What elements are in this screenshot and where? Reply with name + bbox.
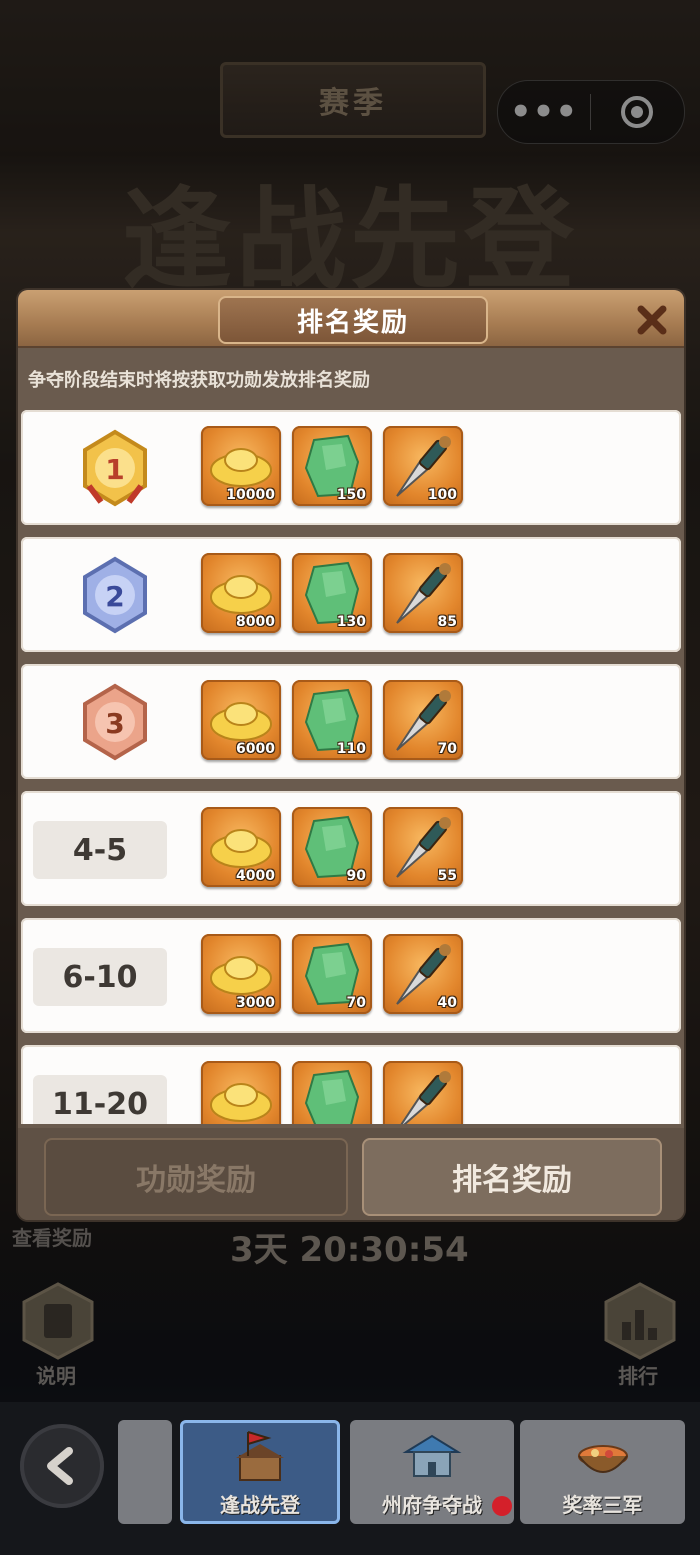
reward-item[interactable] (201, 1061, 281, 1124)
nav-item-reward-army[interactable]: 奖率三军 (520, 1420, 685, 1524)
nav-label: 州府争夺战 (382, 1493, 482, 1517)
item-quantity: 40 (437, 995, 457, 1011)
gold-medal-icon: 1 (83, 429, 147, 507)
reward-list[interactable]: 1 10000 150 100 2 8000 130 85 3 6000 110… (21, 410, 681, 1124)
item-quantity: 90 (346, 868, 366, 884)
reward-row: 4-5 4000 90 55 (21, 791, 681, 906)
war-camp-icon (236, 1431, 284, 1481)
nav-label: 奖率三军 (562, 1493, 643, 1517)
item-quantity: 6000 (236, 741, 275, 757)
item-quantity: 55 (437, 868, 457, 884)
item-quantity: 4000 (236, 868, 275, 884)
close-icon (637, 305, 667, 335)
reward-item[interactable]: 70 (383, 680, 463, 760)
back-button[interactable] (20, 1424, 104, 1508)
hotpot-icon (577, 1445, 628, 1473)
tab-ranking-rewards[interactable]: 排名奖励 (362, 1138, 662, 1216)
reward-item[interactable]: 55 (383, 807, 463, 887)
item-quantity: 8000 (236, 614, 275, 630)
dagger-icon (400, 1071, 451, 1124)
bronze-medal-icon: 3 (83, 683, 147, 761)
reward-row: 3 6000 110 70 (21, 664, 681, 779)
nav-label: 逢战先登 (220, 1493, 300, 1517)
reward-item[interactable]: 130 (292, 553, 372, 633)
reward-item[interactable]: 150 (292, 426, 372, 506)
rank-label: 排行 (618, 1364, 658, 1388)
countdown-timer: 3天 20:30:54 (230, 1230, 469, 1270)
dialog-title: 排名奖励 (296, 307, 409, 338)
item-quantity: 150 (336, 487, 366, 503)
rank-number: 3 (105, 707, 124, 740)
rank-number: 2 (105, 580, 124, 613)
reward-item[interactable] (383, 1061, 463, 1124)
reward-item[interactable]: 8000 (201, 553, 281, 633)
reward-item[interactable]: 85 (383, 553, 463, 633)
help-label: 说明 (36, 1364, 76, 1388)
reward-item[interactable]: 10000 (201, 426, 281, 506)
silver-medal-icon: 2 (83, 556, 147, 634)
item-quantity: 10000 (226, 487, 275, 503)
nav-card-partial[interactable] (118, 1420, 172, 1524)
dialog-title-plate: 排名奖励 (218, 296, 488, 344)
dialog-header: 排名奖励 (18, 290, 684, 348)
reward-row: 11-20 (21, 1045, 681, 1124)
ranking-reward-dialog: 排名奖励 争夺阶段结束时将按获取功勋发放排名奖励 1 10000 150 100… (18, 290, 684, 1220)
reward-item[interactable]: 110 (292, 680, 372, 760)
rank-range: 4-5 (33, 821, 167, 879)
nav-item-event[interactable]: 逢战先登 (180, 1420, 340, 1524)
help-scroll-icon[interactable] (20, 1282, 96, 1360)
back-arrow-icon (47, 1447, 73, 1485)
item-quantity: 130 (336, 614, 366, 630)
reward-item[interactable]: 100 (383, 426, 463, 506)
close-button[interactable] (634, 302, 670, 338)
item-quantity: 100 (427, 487, 457, 503)
gold-ingot-icon (210, 1083, 272, 1122)
reward-item[interactable]: 90 (292, 807, 372, 887)
reward-row: 1 10000 150 100 (21, 410, 681, 525)
reward-item[interactable] (292, 1061, 372, 1124)
reward-item[interactable]: 70 (292, 934, 372, 1014)
leaderboard-icon[interactable] (602, 1282, 678, 1360)
dialog-tab-bar: 功勋奖励 排名奖励 (18, 1128, 684, 1220)
rank-range: 11-20 (33, 1075, 167, 1124)
tab-merit-rewards[interactable]: 功勋奖励 (44, 1138, 348, 1216)
item-quantity: 70 (346, 995, 366, 1011)
reward-description: 争夺阶段结束时将按获取功勋发放排名奖励 (28, 370, 370, 391)
view-rewards-link[interactable]: 查看奖励 (12, 1222, 92, 1251)
reward-row: 6-10 3000 70 40 (21, 918, 681, 1033)
nav-item-city-battle[interactable]: 州府争夺战 (350, 1420, 514, 1524)
bottom-navigation: 逢战先登 州府争夺战 奖率三军 (0, 1402, 700, 1555)
reward-item[interactable]: 6000 (201, 680, 281, 760)
reward-item[interactable]: 4000 (201, 807, 281, 887)
item-quantity: 110 (336, 741, 366, 757)
reward-item[interactable]: 3000 (201, 934, 281, 1014)
item-quantity: 70 (437, 741, 457, 757)
palace-icon (402, 1434, 462, 1477)
reward-row: 2 8000 130 85 (21, 537, 681, 652)
item-quantity: 85 (437, 614, 457, 630)
rank-number: 1 (105, 453, 124, 486)
reward-item[interactable]: 40 (383, 934, 463, 1014)
notification-dot (492, 1496, 512, 1516)
jade-stone-icon (304, 1069, 360, 1124)
rank-range: 6-10 (33, 948, 167, 1006)
item-quantity: 3000 (236, 995, 275, 1011)
